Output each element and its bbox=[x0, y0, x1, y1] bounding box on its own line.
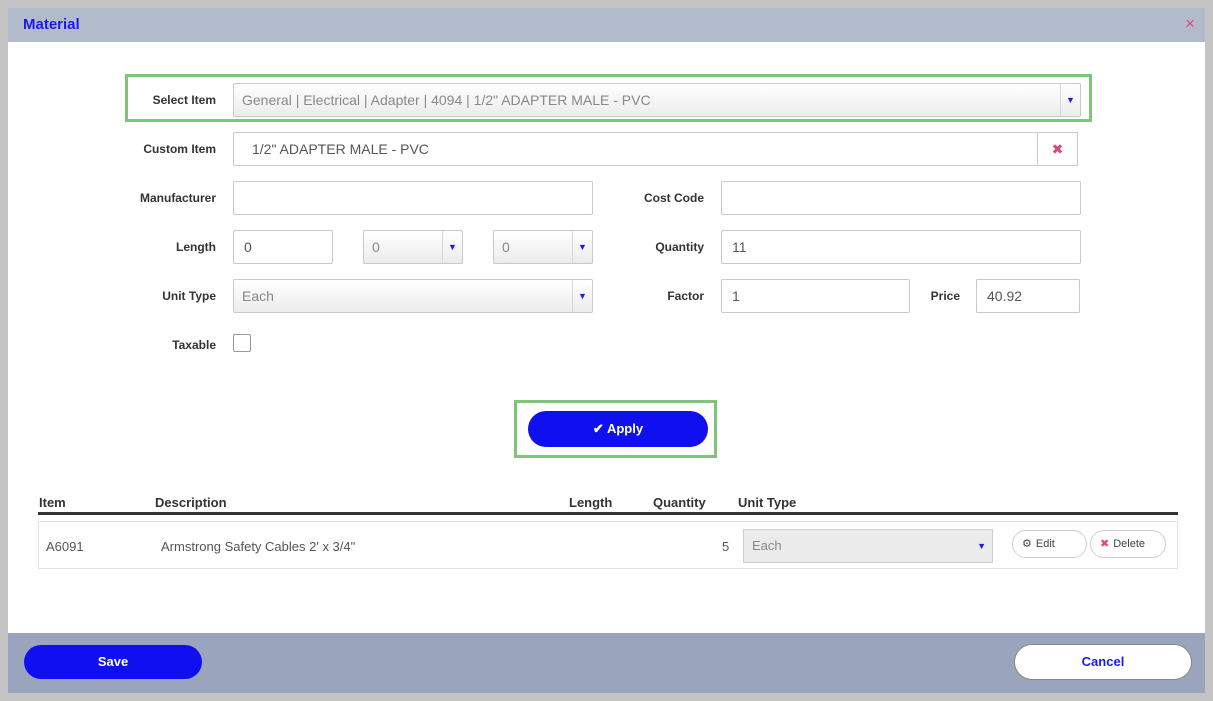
apply-button-label: Apply bbox=[606, 421, 644, 436]
quantity-label: Quantity bbox=[655, 240, 704, 254]
select-item-value: General | Electrical | Adapter | 4094 | … bbox=[242, 92, 651, 108]
delete-button-label: Delete bbox=[1113, 538, 1146, 550]
manufacturer-label: Manufacturer bbox=[139, 191, 216, 205]
dialog-body: Select Item General | Electrical | Adapt… bbox=[8, 42, 1205, 633]
factor-label: Factor bbox=[667, 289, 704, 303]
column-header-unit-type: Unit Type bbox=[738, 495, 797, 510]
taxable-label: Taxable bbox=[172, 338, 216, 352]
chevron-down-icon: ▼ bbox=[442, 231, 462, 263]
dialog-footer: Save Cancel bbox=[8, 633, 1205, 693]
save-button[interactable]: Save bbox=[24, 645, 202, 679]
clear-custom-item-button[interactable]: ✖ bbox=[1038, 132, 1078, 166]
quantity-input[interactable] bbox=[721, 230, 1081, 264]
table-row: A6091 Armstrong Safety Cables 2' x 3/4" … bbox=[38, 521, 1178, 569]
row-unit-type-value: Each bbox=[752, 538, 782, 553]
column-header-length: Length bbox=[569, 495, 613, 510]
factor-input[interactable] bbox=[721, 279, 910, 313]
chevron-down-icon: ▼ bbox=[977, 541, 986, 551]
gear-icon: ⚙ bbox=[1022, 538, 1032, 550]
cancel-button[interactable]: Cancel bbox=[1014, 644, 1192, 680]
unit-type-label: Unit Type bbox=[162, 289, 216, 303]
dialog-header: Material × bbox=[8, 8, 1205, 42]
custom-item-input[interactable] bbox=[233, 132, 1038, 166]
manufacturer-input[interactable] bbox=[233, 181, 593, 215]
row-description: Armstrong Safety Cables 2' x 3/4" bbox=[161, 539, 356, 554]
chevron-down-icon: ▼ bbox=[572, 280, 592, 312]
edit-button-label: Edit bbox=[1035, 538, 1055, 550]
row-item: A6091 bbox=[46, 539, 84, 554]
delete-button[interactable]: ✖ Delete bbox=[1090, 530, 1166, 558]
taxable-checkbox[interactable] bbox=[233, 334, 251, 352]
close-icon: ✖ bbox=[1051, 141, 1064, 157]
dialog-title: Material bbox=[23, 16, 80, 33]
length-feet-input[interactable] bbox=[233, 230, 333, 264]
close-icon[interactable]: × bbox=[1185, 15, 1195, 33]
chevron-down-icon: ▼ bbox=[572, 231, 592, 263]
cost-code-label: Cost Code bbox=[644, 191, 704, 205]
cost-code-input[interactable] bbox=[721, 181, 1081, 215]
unit-type-value: Each bbox=[242, 288, 274, 304]
table-header-divider bbox=[38, 512, 1178, 515]
length-fraction-value: 0 bbox=[502, 239, 510, 255]
row-unit-type-select[interactable]: Each ▼ bbox=[743, 529, 993, 563]
select-item-dropdown[interactable]: General | Electrical | Adapter | 4094 | … bbox=[233, 83, 1081, 117]
select-item-label: Select Item bbox=[152, 93, 216, 107]
column-header-item: Item bbox=[39, 495, 66, 510]
length-inches-value: 0 bbox=[372, 239, 380, 255]
close-icon: ✖ bbox=[1100, 538, 1110, 550]
unit-type-select[interactable]: Each ▼ bbox=[233, 279, 593, 313]
length-fraction-select[interactable]: 0 ▼ bbox=[493, 230, 593, 264]
column-header-description: Description bbox=[155, 495, 227, 510]
price-label: Price bbox=[930, 289, 960, 303]
check-icon: ✔ bbox=[592, 421, 604, 436]
length-label: Length bbox=[176, 240, 216, 254]
custom-item-label: Custom Item bbox=[143, 142, 216, 156]
price-input[interactable] bbox=[976, 279, 1080, 313]
edit-button[interactable]: ⚙ Edit bbox=[1012, 530, 1087, 558]
length-inches-select[interactable]: 0 ▼ bbox=[363, 230, 463, 264]
material-dialog: Material × Select Item General | Electri… bbox=[8, 8, 1205, 693]
chevron-down-icon: ▼ bbox=[1060, 84, 1080, 116]
row-quantity: 5 bbox=[722, 539, 730, 554]
apply-button[interactable]: ✔ Apply bbox=[528, 411, 708, 447]
column-header-quantity: Quantity bbox=[653, 495, 706, 510]
